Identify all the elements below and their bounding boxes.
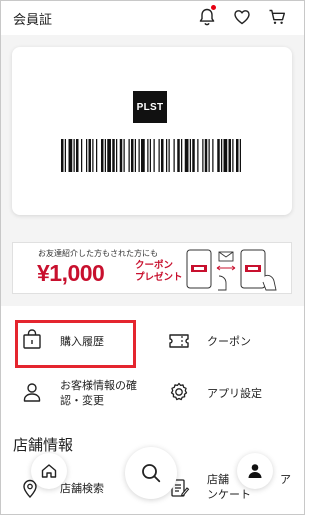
menu-item-coupon[interactable]: クーポン: [207, 334, 251, 349]
account-icon: [248, 464, 262, 478]
banner-coupon-line2: プレゼント: [135, 272, 183, 283]
banner-amount: ¥1,000: [37, 260, 105, 286]
heart-icon[interactable]: [232, 7, 252, 27]
banner-coupon-text: クーポン プレゼント: [135, 260, 183, 284]
search-button[interactable]: [125, 447, 177, 499]
search-icon: [142, 464, 161, 483]
account-button[interactable]: [237, 453, 273, 489]
phones-illustration: [186, 249, 277, 291]
referral-banner[interactable]: お友達紹介した方もされた方にも ¥1,000 クーポン プレゼント: [12, 242, 292, 294]
store-survey-line1-tail: ア: [280, 473, 291, 486]
bell-icon[interactable]: [197, 7, 217, 27]
menu-item-store-search[interactable]: 店舗検索: [60, 481, 104, 496]
menu-item-purchase-history[interactable]: 購入履歴: [60, 334, 104, 349]
app-screen: 会員証 PLST お友達紹介した方もされた方にも ¥1,000 クーポン プレゼ…: [0, 0, 305, 515]
menu-item-customer-info[interactable]: お客様情報の確 認・変更: [60, 378, 137, 408]
member-card: PLST: [12, 47, 292, 215]
barcode: [61, 139, 241, 172]
notification-dot: [211, 5, 216, 10]
ticket-icon: [169, 334, 189, 348]
person-icon: [23, 383, 41, 402]
page-title: 会員証: [13, 13, 53, 28]
brand-logo: PLST: [133, 91, 167, 123]
shopping-bag-icon: [23, 329, 41, 349]
menu-item-app-settings[interactable]: アプリ設定: [207, 386, 262, 401]
store-survey-line2: ンケート: [207, 488, 251, 501]
customer-info-line1: お客様情報の確: [60, 379, 137, 392]
store-survey-line1: 店舗: [207, 473, 229, 486]
home-icon: [41, 464, 57, 478]
banner-subtitle: お友達紹介した方もされた方にも: [38, 249, 158, 258]
header: 会員証: [1, 1, 304, 35]
settings-icon: [170, 382, 188, 401]
home-button[interactable]: [31, 453, 67, 489]
section-title-store-info: 店舗情報: [13, 436, 74, 454]
member-card-area: PLST: [1, 35, 304, 233]
cart-icon[interactable]: [267, 7, 287, 27]
customer-info-line2: 認・変更: [60, 394, 104, 407]
banner-coupon-line1: クーポン: [135, 260, 174, 271]
